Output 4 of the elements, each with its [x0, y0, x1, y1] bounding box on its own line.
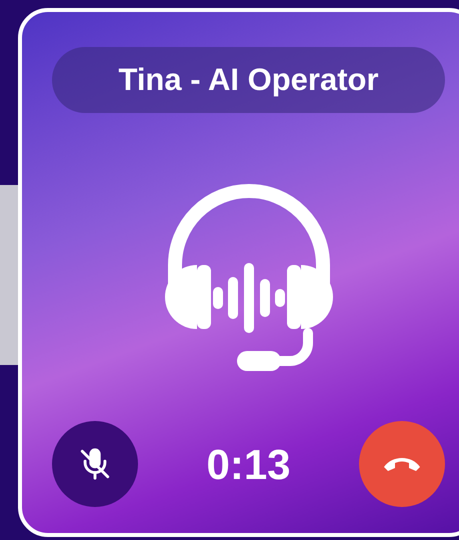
call-timer: 0:13	[206, 440, 291, 490]
mic-off-icon	[78, 447, 112, 481]
hang-up-icon	[382, 455, 422, 473]
caller-name: Tina - AI Operator	[52, 47, 445, 113]
